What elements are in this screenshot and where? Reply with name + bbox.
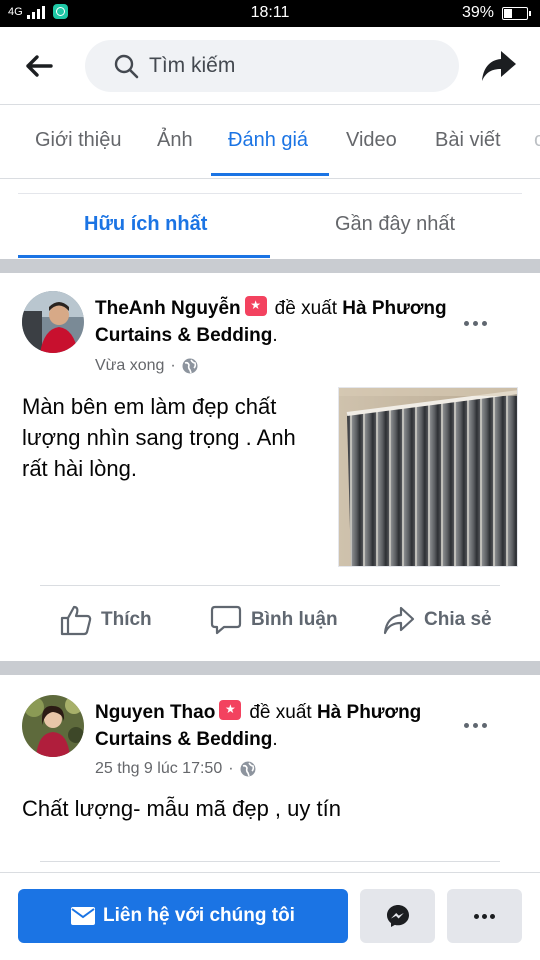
divider xyxy=(40,861,500,862)
share-icon xyxy=(383,606,415,635)
status-bar: 4G 18:11 39% xyxy=(0,0,540,27)
comment-icon xyxy=(210,605,242,635)
like-button[interactable]: Thích xyxy=(60,600,152,640)
tab-most-recent[interactable]: Gần đây nhất xyxy=(335,213,455,236)
recommend-badge-icon xyxy=(219,700,242,720)
review-text: Chất lượng- mẫu mã đẹp , uy tín xyxy=(22,796,341,821)
messenger-button[interactable] xyxy=(360,889,435,943)
share-icon xyxy=(482,51,516,81)
envelope-icon xyxy=(71,907,96,925)
avatar[interactable] xyxy=(22,291,84,353)
like-icon xyxy=(60,605,92,636)
globe-icon xyxy=(240,761,256,777)
tab-about[interactable]: Giới thiệu xyxy=(35,129,121,152)
avatar[interactable] xyxy=(22,695,84,757)
active-tab-indicator xyxy=(211,173,329,176)
review-header: Nguyen Thaođề xuất Hà Phương Curtains & … xyxy=(95,699,455,753)
back-arrow-icon xyxy=(26,55,53,77)
header: Tìm kiếm xyxy=(0,27,540,105)
review-text: Màn bên em làm đẹp chất lượng nhìn sang … xyxy=(22,394,296,481)
tab-overflow-hint: c xyxy=(534,129,540,151)
review-time[interactable]: 25 thg 9 lúc 17:50 xyxy=(95,760,222,778)
divider xyxy=(18,193,522,194)
review-card: Nguyen Thaođề xuất Hà Phương Curtains & … xyxy=(0,675,540,872)
tab-most-helpful[interactable]: Hữu ích nhất xyxy=(84,213,207,236)
tab-photos[interactable]: Ảnh xyxy=(157,129,193,152)
review-card: TheAnh Nguyễnđề xuất Hà Phương Curtains … xyxy=(0,273,540,661)
meta-dot: · xyxy=(228,760,234,777)
active-sort-indicator xyxy=(18,255,270,258)
share-button[interactable]: Chia sẻ xyxy=(383,600,492,640)
review-photo[interactable] xyxy=(338,387,518,567)
recommends-label: đề xuất xyxy=(249,702,312,723)
status-right: 39% xyxy=(461,4,531,22)
review-time[interactable]: Vừa xong xyxy=(95,357,164,375)
review-meta: Vừa xong · xyxy=(95,357,198,375)
review-meta: 25 thg 9 lúc 17:50 · xyxy=(95,760,256,778)
review-options-button[interactable] xyxy=(460,313,490,333)
divider xyxy=(40,585,500,586)
tab-videos[interactable]: Video xyxy=(346,129,397,152)
page-tabs: Giới thiệu Ảnh Đánh giá Video Bài viết c xyxy=(0,105,540,179)
status-time: 18:11 xyxy=(250,4,290,21)
more-button[interactable] xyxy=(447,889,522,943)
comment-button[interactable]: Bình luận xyxy=(210,600,338,640)
review-sort-tabs: Hữu ích nhất Gần đây nhất xyxy=(0,179,540,259)
recommends-label: đề xuất xyxy=(274,298,337,319)
section-separator xyxy=(0,259,540,273)
battery-icon xyxy=(502,6,531,20)
recommend-badge-icon xyxy=(244,296,267,316)
author-name[interactable]: Nguyen Thao xyxy=(95,702,215,723)
globe-icon xyxy=(182,358,198,374)
search-input[interactable]: Tìm kiếm xyxy=(85,40,459,92)
meta-dot: · xyxy=(170,357,176,374)
page-name-suffix: . xyxy=(272,325,278,346)
review-header: TheAnh Nguyễnđề xuất Hà Phương Curtains … xyxy=(95,295,455,349)
battery-percent: 39% xyxy=(461,4,494,21)
like-label: Thích xyxy=(101,609,152,630)
review-options-button[interactable] xyxy=(460,715,490,735)
battery-fill xyxy=(504,8,512,18)
page-name-suffix: . xyxy=(272,729,278,750)
bottom-action-bar: Liên hệ với chúng tôi xyxy=(0,872,540,960)
review-actions: Thích Bình luận Chia sẻ xyxy=(0,600,540,640)
more-icon xyxy=(474,913,479,919)
author-name[interactable]: TheAnh Nguyễn xyxy=(95,298,241,319)
contact-us-label: Liên hệ với chúng tôi xyxy=(103,905,295,926)
comment-label: Bình luận xyxy=(251,609,338,630)
share-page-button[interactable] xyxy=(478,47,520,85)
share-label: Chia sẻ xyxy=(424,609,492,630)
search-placeholder: Tìm kiếm xyxy=(149,54,236,77)
back-button[interactable] xyxy=(22,51,56,81)
tab-reviews[interactable]: Đánh giá xyxy=(228,129,308,152)
contact-us-button[interactable]: Liên hệ với chúng tôi xyxy=(18,889,348,943)
search-icon xyxy=(113,53,139,79)
tab-posts[interactable]: Bài viết xyxy=(435,129,501,152)
messenger-icon xyxy=(386,905,409,927)
section-separator xyxy=(0,661,540,675)
